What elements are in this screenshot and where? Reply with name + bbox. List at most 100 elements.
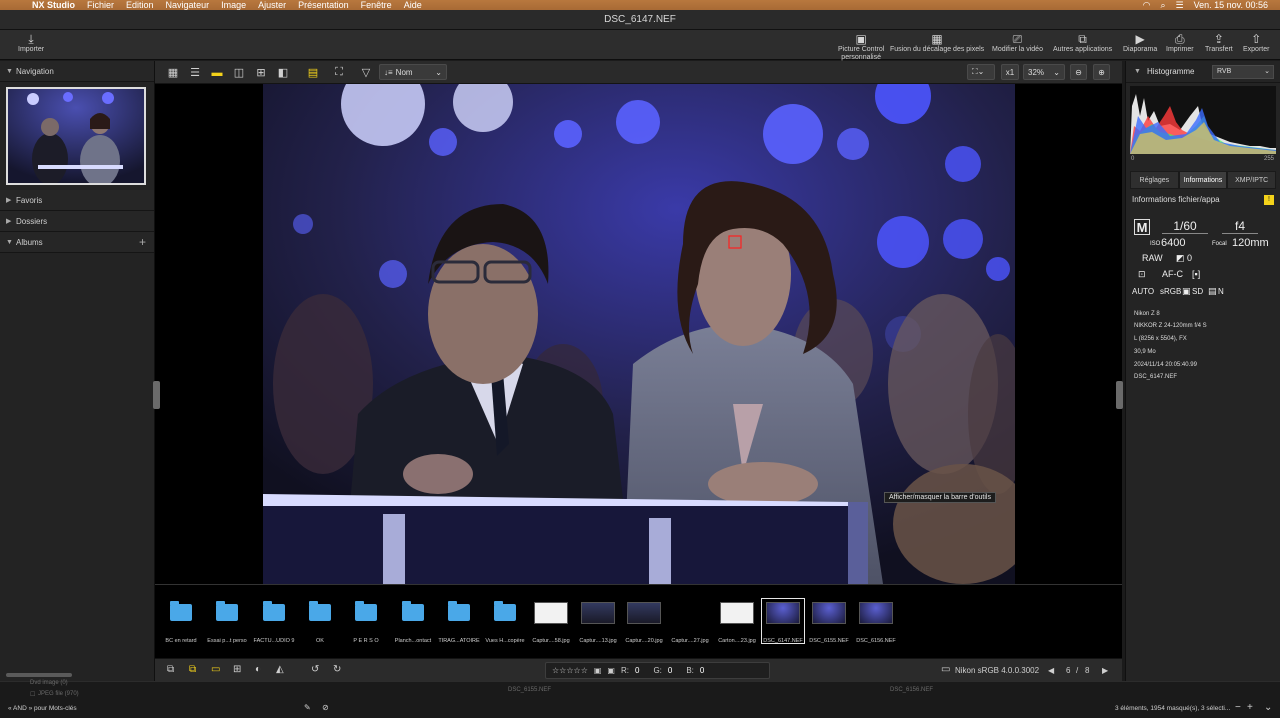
filmstrip-item[interactable]: TIRAG...ATOIRE <box>437 598 481 644</box>
filmstrip-item[interactable]: Vues H...copère <box>483 598 527 644</box>
plus-icon[interactable]: + <box>1247 702 1253 713</box>
rotate-right-icon[interactable]: ↻ <box>333 664 341 675</box>
tab-reglages[interactable]: Réglages <box>1130 171 1179 189</box>
pin-icon[interactable]: ✎ <box>304 703 311 712</box>
print-button[interactable]: ⎙ Imprimer <box>1166 32 1194 54</box>
filmstrip-layout-icon[interactable]: ▤ <box>303 64 323 81</box>
chevron-down-icon: ⌄ <box>1053 67 1060 77</box>
menu-ajuster[interactable]: Ajuster <box>252 0 292 10</box>
info-overlay-icon[interactable]: ▭ <box>211 664 220 675</box>
label-filter-icon[interactable]: ⧉ <box>189 664 196 675</box>
zoom-out-button[interactable]: ⊖ <box>1070 64 1087 80</box>
folder-icon <box>207 598 247 627</box>
app-menu[interactable]: NX Studio <box>26 0 81 10</box>
menu-presentation[interactable]: Présentation <box>292 0 355 10</box>
fit-to-screen-button[interactable]: ⛶⌄ <box>967 64 995 80</box>
import-icon: ⤓ <box>28 32 34 46</box>
filter-icon[interactable]: ▽ <box>358 64 374 81</box>
label-icon[interactable]: ▣ <box>607 666 615 675</box>
import-button[interactable]: ⤓ Importer <box>18 32 44 54</box>
next-image-button[interactable]: ▶ <box>1102 666 1108 675</box>
rotate-left-icon[interactable]: ↺ <box>311 664 319 675</box>
control-center-icon[interactable]: ☰ <box>1176 0 1184 11</box>
filmstrip-item[interactable]: Captur....58.jpg <box>529 598 573 644</box>
left-panel-collapse-handle[interactable] <box>153 381 160 409</box>
menubar-datetime[interactable]: Ven. 15 nov. 00:56 <box>1194 0 1268 10</box>
chevron-down-icon: ⌄ <box>435 67 442 77</box>
rating-and-pixel-readout: ☆☆☆☆☆ ▣ ▣ R: 0 G: 0 B: 0 <box>545 662 770 679</box>
export-button[interactable]: ⇧ Exporter <box>1243 32 1269 54</box>
clear-icon[interactable]: ⊘ <box>322 703 329 712</box>
filmstrip-item[interactable]: BC en retard <box>159 598 203 644</box>
albums-section-header[interactable]: ▼ Albums + <box>0 232 154 253</box>
filmstrip-item-label: BC en retard <box>165 638 197 644</box>
filmstrip-item[interactable]: Essai p...t perso <box>205 598 249 644</box>
protect-icon[interactable]: ▣ <box>594 666 602 675</box>
filmstrip-item[interactable]: FACTU...UDIO 9 <box>252 598 296 644</box>
filmstrip-item[interactable]: DSC_6156.NEF <box>854 598 898 644</box>
fit-frame-icon[interactable]: ⛶ <box>331 64 347 81</box>
filmstrip-item[interactable]: P E R S O <box>344 598 388 644</box>
zoom-1x-button[interactable]: x1 <box>1001 64 1019 80</box>
wifi-icon[interactable]: ◠ <box>1143 0 1151 11</box>
tab-informations[interactable]: Informations <box>1178 171 1228 189</box>
filmstrip-item[interactable]: Captur....20.jpg <box>622 598 666 644</box>
options-icon[interactable]: ⌄ <box>1264 702 1272 713</box>
picture-control-button[interactable]: ▣ Picture Control personnalisé <box>838 32 884 62</box>
transfer-button[interactable]: ⇪ Transfert <box>1205 32 1233 54</box>
main-photo[interactable] <box>263 84 1015 584</box>
zoom-select[interactable]: 32% ⌄ <box>1023 64 1065 80</box>
filmstrip-item[interactable]: Carton....23.jpg <box>715 598 759 644</box>
lock-icon[interactable]: ! <box>1264 195 1274 205</box>
print-icon: ⎙ <box>1175 32 1185 46</box>
menu-image[interactable]: Image <box>215 0 252 10</box>
minus-icon[interactable]: − <box>1235 702 1241 713</box>
folders-section-header[interactable]: ▶ Dossiers <box>0 211 154 232</box>
menu-aide[interactable]: Aide <box>398 0 428 10</box>
filmstrip-item[interactable]: Captur....27.jpg <box>668 598 712 644</box>
right-panel-collapse-handle[interactable] <box>1116 381 1123 409</box>
add-album-icon[interactable]: + <box>139 235 146 249</box>
highlights-icon[interactable]: ◐ <box>255 664 261 675</box>
prev-image-button[interactable]: ◀ <box>1048 666 1054 675</box>
other-apps-button[interactable]: ⧉ Autres applications <box>1053 32 1112 54</box>
menu-navigateur[interactable]: Navigateur <box>160 0 216 10</box>
menu-fichier[interactable]: Fichier <box>81 0 120 10</box>
sort-order-icon: ↓≡ <box>384 67 393 77</box>
filmstrip-item[interactable]: DSC_6155.NEF <box>807 598 851 644</box>
stack-icon[interactable]: ⧉ <box>167 664 174 675</box>
list-view-icon[interactable]: ☰ <box>187 64 203 81</box>
single-view-icon[interactable]: ▬ <box>209 64 225 81</box>
tab-xmp-iptc[interactable]: XMP/IPTC <box>1227 171 1277 189</box>
filmstrip-item[interactable]: Captur....13.jpg <box>576 598 620 644</box>
search-icon[interactable]: ⌕ <box>1160 0 1165 11</box>
thumbnail-image <box>856 598 896 627</box>
sort-select[interactable]: ↓≡ Nom ⌄ <box>379 64 447 80</box>
before-after-icon[interactable]: ◧ <box>275 64 291 81</box>
left-panel-scrollbar[interactable] <box>6 673 72 677</box>
grid-view-icon[interactable]: ▦ <box>165 64 181 81</box>
navigation-thumbnail[interactable] <box>6 87 146 185</box>
extra-setting: N <box>1218 287 1224 296</box>
histogram-channel-select[interactable]: RVB ⌄ <box>1212 65 1274 79</box>
filmstrip-item-label: Captur....13.jpg <box>579 638 617 644</box>
compare-view-icon[interactable]: ◫ <box>231 64 247 81</box>
histogram-overlay-icon[interactable]: ◭ <box>276 664 284 675</box>
favorites-section-header[interactable]: ▶ Favoris <box>0 190 154 211</box>
image-viewer[interactable] <box>155 84 1122 584</box>
rating-stars-icon[interactable]: ☆☆☆☆☆ <box>552 666 588 675</box>
menu-edition[interactable]: Edition <box>120 0 160 10</box>
filmstrip-item[interactable]: OK <box>298 598 342 644</box>
navigation-section-header[interactable]: ▼ Navigation <box>0 61 154 82</box>
edit-video-button[interactable]: ⎚ Modifier la vidéo <box>992 32 1043 54</box>
multi-view-icon[interactable]: ⊞ <box>253 64 269 81</box>
zoom-in-button[interactable]: ⊕ <box>1093 64 1110 80</box>
slideshow-button[interactable]: ▶ Diaporama <box>1123 32 1157 54</box>
filmstrip-item[interactable]: Planch...ontact <box>391 598 435 644</box>
filmstrip-item[interactable]: DSC_6147.NEF <box>761 598 805 644</box>
pixel-shift-icon: ▦ <box>931 32 943 46</box>
menu-fenetre[interactable]: Fenêtre <box>355 0 398 10</box>
grid-overlay-icon[interactable]: ⊞ <box>233 664 241 675</box>
pixel-shift-button[interactable]: ▦ Fusion du décalage des pixels <box>890 32 984 54</box>
iso-label: ISO <box>1150 241 1161 247</box>
